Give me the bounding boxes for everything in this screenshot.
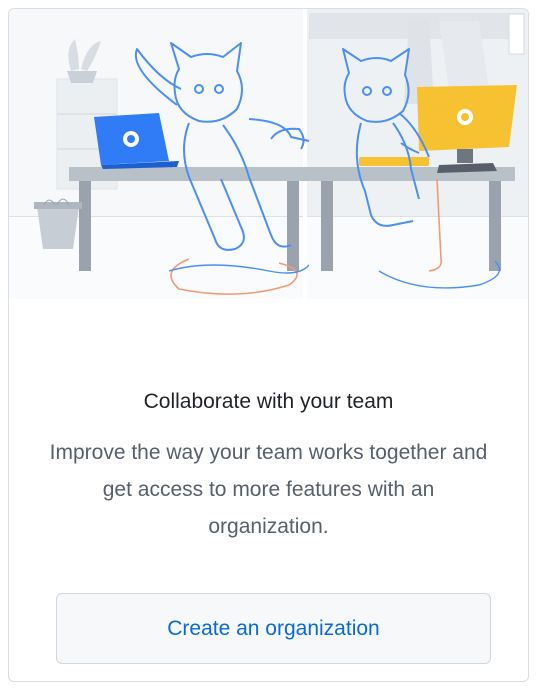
team-collaboration-illustration [9, 9, 528, 299]
collaborate-card: Collaborate with your team Improve the w… [8, 8, 529, 682]
octocat-icon [457, 109, 473, 125]
card-description: Improve the way your team works together… [49, 441, 488, 538]
create-organization-button[interactable]: Create an organization [56, 593, 491, 664]
octocat-icon [123, 131, 139, 147]
card-title: Collaborate with your team [143, 390, 394, 413]
